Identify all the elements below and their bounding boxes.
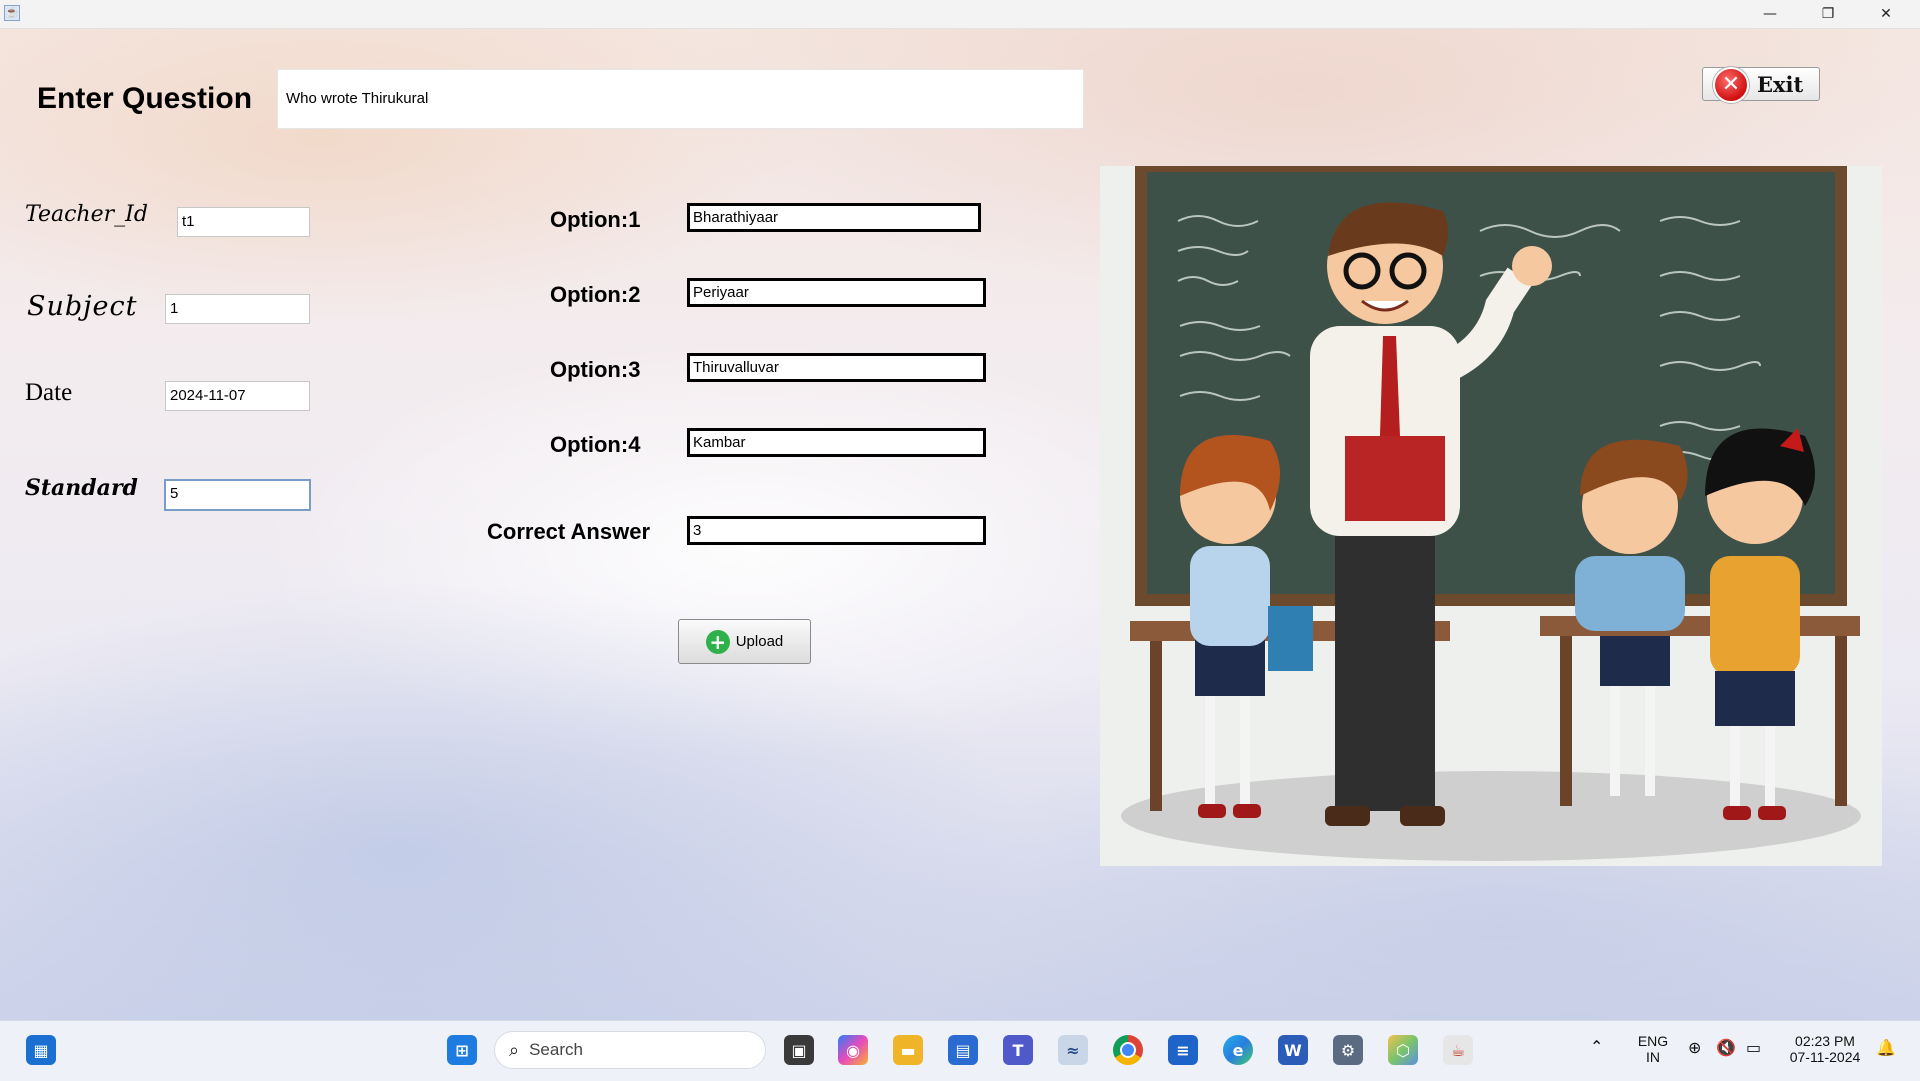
date-field[interactable]: 2024-11-07	[165, 381, 310, 411]
page-title: Enter Question	[37, 82, 253, 115]
option-3-label: Option:3	[550, 357, 641, 382]
clock[interactable]: 02:23 PM 07-11-2024	[1780, 1033, 1870, 1065]
search-icon: ⌕	[509, 1039, 520, 1061]
plus-icon: +	[705, 629, 730, 654]
region-code: IN	[1646, 1049, 1660, 1065]
search-box[interactable]: ⌕ Search	[494, 1031, 766, 1069]
close-circle-icon: ✕	[1713, 67, 1749, 103]
start-icon[interactable]: ⊞	[447, 1035, 477, 1065]
teams-icon[interactable]: T	[1003, 1035, 1033, 1065]
standard-label: Standard	[25, 475, 138, 501]
classroom-teacher-students-illustration	[1121, 166, 1861, 861]
notepad-icon[interactable]: ≡	[1168, 1035, 1198, 1065]
option-1-field[interactable]: Bharathiyaar	[687, 203, 981, 232]
store-icon[interactable]: ▤	[948, 1035, 978, 1065]
date-label: Date	[25, 379, 73, 406]
option-2-label: Option:2	[550, 282, 641, 307]
option-3-field[interactable]: Thiruvalluvar	[687, 353, 986, 382]
copilot-icon[interactable]: ◉	[838, 1035, 868, 1065]
edge-icon[interactable]: e	[1223, 1035, 1253, 1065]
widgets-icon[interactable]: ▦	[26, 1035, 56, 1065]
option-4-field[interactable]: Kambar	[687, 428, 986, 457]
volume-muted-icon[interactable]: 🔇	[1716, 1038, 1736, 1057]
classroom-illustration	[1100, 166, 1882, 866]
option-2-field[interactable]: Periyaar	[687, 278, 986, 307]
close-window-button[interactable]: ✕	[1858, 0, 1914, 28]
minimize-button[interactable]: —	[1742, 0, 1798, 28]
search-placeholder: Search	[529, 1040, 583, 1059]
clock-time: 02:23 PM	[1795, 1033, 1855, 1049]
stocks-icon[interactable]: ≈	[1058, 1035, 1088, 1065]
task-view-icon[interactable]: ▣	[784, 1035, 814, 1065]
correct-answer-label: Correct Answer	[487, 519, 651, 544]
subject-label: Subject	[27, 291, 138, 322]
unknown-app-icon[interactable]: ⬡	[1388, 1035, 1418, 1065]
question-entry-window: Enter Question Who wrote Thirukural ✕ Ex…	[0, 29, 1920, 1020]
settings-icon[interactable]: ⚙	[1333, 1035, 1363, 1065]
show-hidden-icons-icon[interactable]: ⌃	[1590, 1037, 1603, 1056]
option-1-label: Option:1	[550, 207, 641, 232]
word-icon[interactable]: W	[1278, 1035, 1308, 1065]
notification-bell-icon[interactable]: 🔔	[1876, 1038, 1896, 1057]
exit-button-label: Exit	[1757, 71, 1804, 97]
upload-button[interactable]: + Upload	[678, 619, 811, 664]
teacher-id-label: Teacher_Id	[25, 202, 148, 227]
battery-icon[interactable]: ▭	[1746, 1038, 1761, 1057]
language-indicator[interactable]: ENG IN	[1633, 1033, 1673, 1065]
upload-button-label: Upload	[735, 633, 784, 650]
question-input[interactable]: Who wrote Thirukural	[277, 69, 1084, 129]
standard-field[interactable]: 5	[164, 479, 311, 511]
title-bar: ☕ — ❐ ✕	[0, 0, 1920, 29]
chrome-icon[interactable]	[1113, 1035, 1143, 1065]
clock-date: 07-11-2024	[1789, 1049, 1861, 1065]
subject-field[interactable]: 1	[165, 294, 310, 324]
teacher-id-field[interactable]: t1	[177, 207, 310, 237]
exit-button[interactable]: ✕ Exit	[1702, 67, 1820, 103]
java-icon[interactable]: ☕	[1443, 1035, 1473, 1065]
option-4-label: Option:4	[550, 432, 641, 457]
correct-answer-field[interactable]: 3	[687, 516, 986, 545]
restore-button[interactable]: ❐	[1800, 0, 1856, 28]
java-app-icon: ☕	[4, 5, 20, 21]
file-explorer-icon[interactable]: ▬	[893, 1035, 923, 1065]
language-code: ENG	[1637, 1033, 1669, 1049]
network-icon[interactable]: ⊕	[1688, 1038, 1701, 1057]
taskbar: ▦ ⊞ ⌕ Search ▣ ◉ ▬ ▤ T ≈ ≡ e W ⚙ ⬡ ☕ ⌃ E…	[0, 1020, 1920, 1081]
